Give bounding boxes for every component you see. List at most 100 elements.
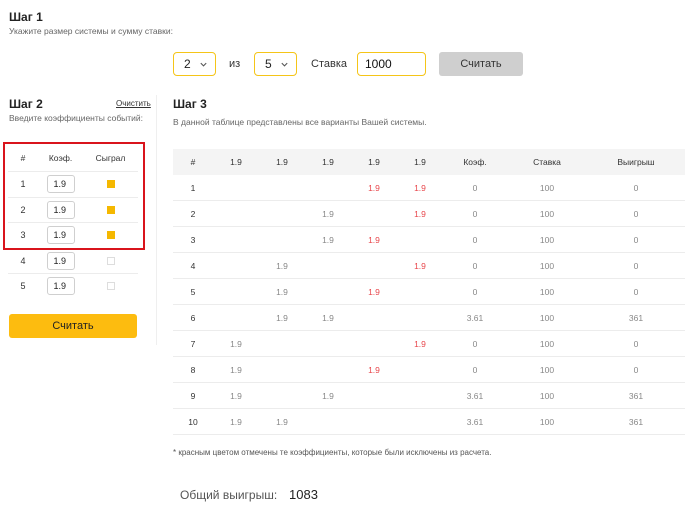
variant-number: 2 <box>190 208 196 219</box>
koef-cell: 3.61 <box>466 390 484 401</box>
win-cell: 361 <box>628 390 644 401</box>
koef-cell: 3.61 <box>466 312 484 323</box>
step3-subtitle: В данной таблице представлены все вариан… <box>173 117 427 127</box>
variant-number: 6 <box>190 312 196 323</box>
variant-number: 5 <box>190 286 196 297</box>
koef-cell: 0 <box>472 364 478 375</box>
total-win-value: 1083 <box>289 487 318 502</box>
clear-link[interactable]: Очистить <box>116 99 151 108</box>
stake-label: Ставка <box>311 58 347 70</box>
coefficient-cell: 1.9 <box>322 208 334 219</box>
coefficient-row: 4 1.9 <box>8 247 138 274</box>
variant-number: 1 <box>190 182 196 193</box>
coefficient-cell: 1.9 <box>368 234 380 245</box>
row-number: 5 <box>20 281 26 292</box>
header-cell: Коэф. <box>463 157 487 167</box>
variant-row: 9 1.9 1.9 3.61 100 361 <box>173 383 685 409</box>
coefficient-cell: 1.9 <box>276 312 288 323</box>
coefficient-cell: 1.9 <box>368 182 380 193</box>
chevron-down-icon <box>281 62 288 67</box>
win-cell: 0 <box>633 364 639 375</box>
stake-cell: 100 <box>539 390 555 401</box>
coefficient-cell: 1.9 <box>230 390 242 401</box>
row-number: 4 <box>20 255 26 266</box>
win-cell: 0 <box>633 338 639 349</box>
variant-row: 1 1.9 1.9 0 100 0 <box>173 175 685 201</box>
coefficient-cell: 1.9 <box>368 364 380 375</box>
stake-cell: 100 <box>539 234 555 245</box>
step1-subtitle: Укажите размер системы и сумму ставки: <box>9 26 174 36</box>
stake-cell: 100 <box>539 312 555 323</box>
coefficient-cell: 1.9 <box>322 312 334 323</box>
highlight-box <box>3 142 145 250</box>
coefficient-cell: 1.9 <box>276 286 288 297</box>
coefficient-cell: 1.9 <box>322 234 334 245</box>
variant-number: 7 <box>190 338 196 349</box>
coefficient-cell: 1.9 <box>230 416 242 427</box>
calculate-button[interactable]: Считать <box>9 314 137 338</box>
coefficient-cell: 1.9 <box>414 338 426 349</box>
koef-cell: 0 <box>472 234 478 245</box>
header-cell: 1.9 <box>414 157 426 167</box>
step1-title: Шаг 1 <box>9 10 43 24</box>
won-checkbox[interactable] <box>106 282 115 291</box>
win-cell: 0 <box>633 286 639 297</box>
step2-subtitle: Введите коэффициенты событий: <box>9 113 144 123</box>
stake-cell: 100 <box>539 364 555 375</box>
coefficient-cell: 1.9 <box>414 260 426 271</box>
coefficient-cell: 1.9 <box>230 338 242 349</box>
coefficient-cell: 1.9 <box>230 364 242 375</box>
variant-row: 2 1.9 1.9 0 100 0 <box>173 201 685 227</box>
calculate-button-top[interactable]: Считать <box>439 52 523 76</box>
stake-cell: 100 <box>539 286 555 297</box>
stake-cell: 100 <box>539 416 555 427</box>
coefficient-cell: 1.9 <box>414 208 426 219</box>
step3-title: Шаг 3 <box>173 97 207 111</box>
header-cell: 1.9 <box>276 157 288 167</box>
system-variants-table: #1.9 1.9 1.9 1.9 1.9 Коэф. Ставка Выигрыш 1 1.9 1… <box>173 149 685 435</box>
of-label: из <box>229 58 241 70</box>
column-divider <box>156 95 157 345</box>
header-cell: 1.9 <box>322 157 334 167</box>
coefficient-cell: 1.9 <box>368 286 380 297</box>
header-cell: Ставка <box>533 157 561 167</box>
win-cell: 0 <box>633 182 639 193</box>
stake-cell: 100 <box>539 260 555 271</box>
coefficient-cell: 1.9 <box>322 390 334 401</box>
stake-cell: 100 <box>539 338 555 349</box>
koef-cell: 0 <box>472 208 478 219</box>
variant-number: 8 <box>190 364 196 375</box>
koef-cell: 0 <box>472 182 478 193</box>
variant-row: 5 1.9 1.9 0 100 0 <box>173 279 685 305</box>
header-cell: 1.9 <box>368 157 380 167</box>
stake-input[interactable]: 1000 <box>357 52 426 76</box>
stake-cell: 100 <box>539 182 555 193</box>
variant-row: 6 1.9 1.9 3.61 100 361 <box>173 305 685 331</box>
koef-cell: 0 <box>472 338 478 349</box>
variant-number: 3 <box>190 234 196 245</box>
won-checkbox[interactable] <box>106 256 115 265</box>
koef-input[interactable]: 1.9 <box>46 277 75 296</box>
variant-number: 9 <box>190 390 196 401</box>
koef-cell: 0 <box>472 260 478 271</box>
win-cell: 361 <box>628 312 644 323</box>
variant-row: 3 1.9 1.9 0 100 0 <box>173 227 685 253</box>
system-size-select[interactable]: 2 <box>173 52 216 76</box>
win-cell: 0 <box>633 208 639 219</box>
variant-row: 7 1.9 1.9 0 100 0 <box>173 331 685 357</box>
koef-input[interactable]: 1.9 <box>46 251 75 270</box>
total-win-label: Общий выигрыш: <box>180 488 278 502</box>
win-cell: 361 <box>628 416 644 427</box>
variant-row: 8 1.9 1.9 0 100 0 <box>173 357 685 383</box>
variant-row: 4 1.9 1.9 0 100 0 <box>173 253 685 279</box>
win-cell: 0 <box>633 260 639 271</box>
win-cell: 0 <box>633 234 639 245</box>
variant-number: 10 <box>188 416 198 427</box>
koef-cell: 0 <box>472 286 478 297</box>
header-cell: 1.9 <box>230 157 242 167</box>
coefficient-cell: 1.9 <box>414 182 426 193</box>
header-cell: # <box>190 157 196 167</box>
step2-title: Шаг 2 <box>9 97 43 111</box>
system-total-select[interactable]: 5 <box>254 52 297 76</box>
coefficient-cell: 1.9 <box>276 416 288 427</box>
